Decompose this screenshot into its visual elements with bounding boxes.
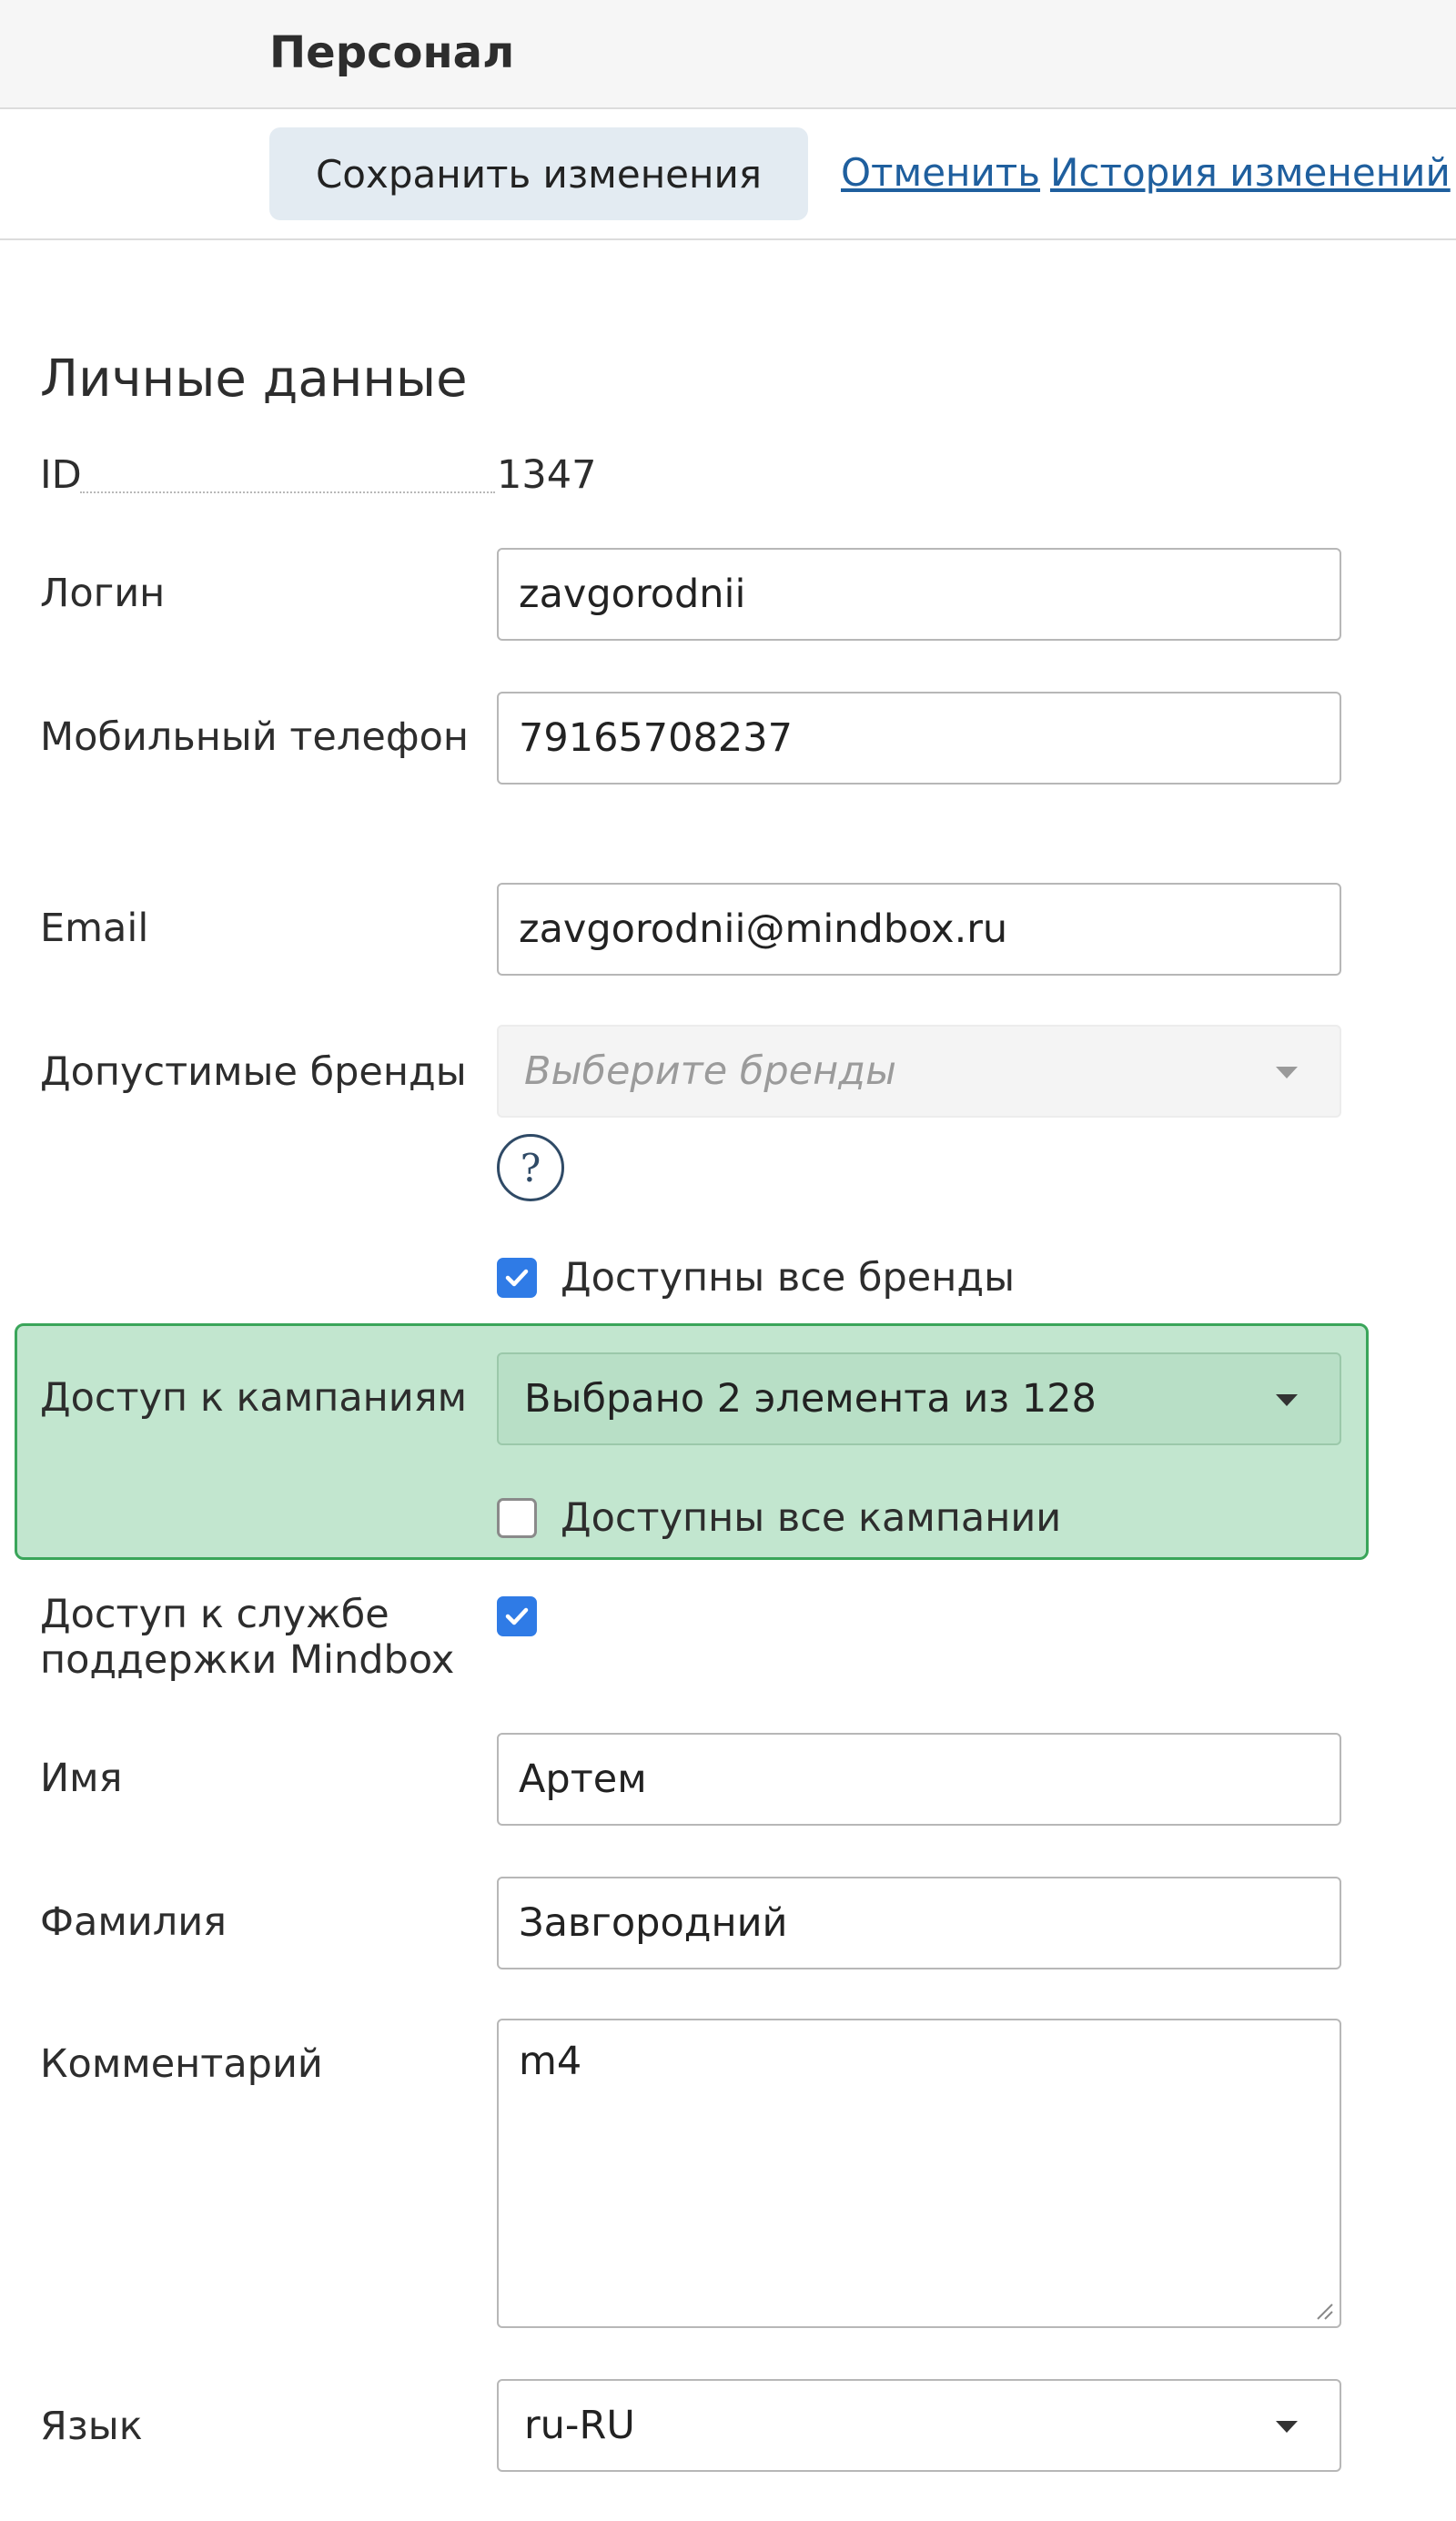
page-header bbox=[0, 0, 1456, 109]
login-input[interactable]: zavgorodnii bbox=[497, 548, 1341, 641]
last-name-value: Завгородний bbox=[519, 1900, 788, 1946]
support-access-checkbox[interactable] bbox=[497, 1596, 537, 1636]
chevron-down-icon bbox=[1276, 2421, 1298, 2433]
first-name-value: Артем bbox=[519, 1757, 647, 1802]
checkmark-icon bbox=[505, 1607, 529, 1625]
login-value: zavgorodnii bbox=[519, 572, 746, 617]
comment-label: Комментарий bbox=[40, 2041, 323, 2087]
email-label: Email bbox=[40, 906, 149, 951]
change-history-link[interactable]: История изменений bbox=[1050, 147, 1451, 198]
all-campaigns-checkbox[interactable] bbox=[497, 1498, 537, 1538]
last-name-label: Фамилия bbox=[40, 1899, 228, 1945]
all-campaigns-label: Доступны все кампании bbox=[561, 1495, 1062, 1541]
language-select[interactable]: ru-RU bbox=[497, 2379, 1341, 2472]
all-brands-checkbox[interactable] bbox=[497, 1258, 537, 1298]
id-leader-dots bbox=[80, 491, 495, 493]
phone-label: Мобильный телефон bbox=[40, 714, 470, 760]
support-label-line1: Доступ к службе bbox=[40, 1592, 389, 1637]
support-label-line2: поддержки Mindbox bbox=[40, 1637, 455, 1683]
checkmark-icon bbox=[505, 1269, 529, 1287]
last-name-input[interactable]: Завгородний bbox=[497, 1877, 1341, 1969]
campaigns-select[interactable]: Выбрано 2 элемента из 128 bbox=[497, 1352, 1341, 1445]
first-name-input[interactable]: Артем bbox=[497, 1733, 1341, 1826]
id-value: 1347 bbox=[497, 452, 597, 498]
brands-select: Выберите бренды bbox=[497, 1025, 1341, 1118]
all-brands-label: Доступны все бренды bbox=[561, 1255, 1016, 1301]
cancel-link[interactable]: Отменить bbox=[841, 147, 1040, 198]
first-name-label: Имя bbox=[40, 1756, 123, 1801]
language-label: Язык bbox=[40, 2404, 143, 2449]
comment-textarea[interactable]: m4 bbox=[497, 2019, 1341, 2328]
campaigns-label: Доступ к кампаниям bbox=[40, 1375, 468, 1421]
id-label: ID bbox=[40, 452, 82, 498]
email-value: zavgorodnii@mindbox.ru bbox=[519, 906, 1008, 952]
brands-label: Допустимые бренды bbox=[40, 1049, 467, 1095]
login-label: Логин bbox=[40, 571, 166, 616]
save-changes-button[interactable]: Сохранить изменения bbox=[269, 127, 808, 220]
comment-value: m4 bbox=[519, 2039, 582, 2084]
phone-input[interactable]: 79165708237 bbox=[497, 692, 1341, 785]
brands-placeholder: Выберите бренды bbox=[524, 1048, 896, 1094]
phone-value: 79165708237 bbox=[519, 715, 793, 761]
section-title: Личные данные bbox=[40, 349, 468, 409]
page-title: Персонал bbox=[269, 27, 515, 78]
language-value: ru-RU bbox=[524, 2403, 635, 2448]
email-input[interactable]: zavgorodnii@mindbox.ru bbox=[497, 883, 1341, 976]
chevron-down-icon bbox=[1276, 1067, 1298, 1078]
resize-grip-icon[interactable] bbox=[1312, 2299, 1334, 2321]
campaigns-selected-text: Выбрано 2 элемента из 128 bbox=[524, 1376, 1097, 1422]
help-icon[interactable]: ? bbox=[497, 1134, 564, 1201]
chevron-down-icon bbox=[1276, 1394, 1298, 1406]
